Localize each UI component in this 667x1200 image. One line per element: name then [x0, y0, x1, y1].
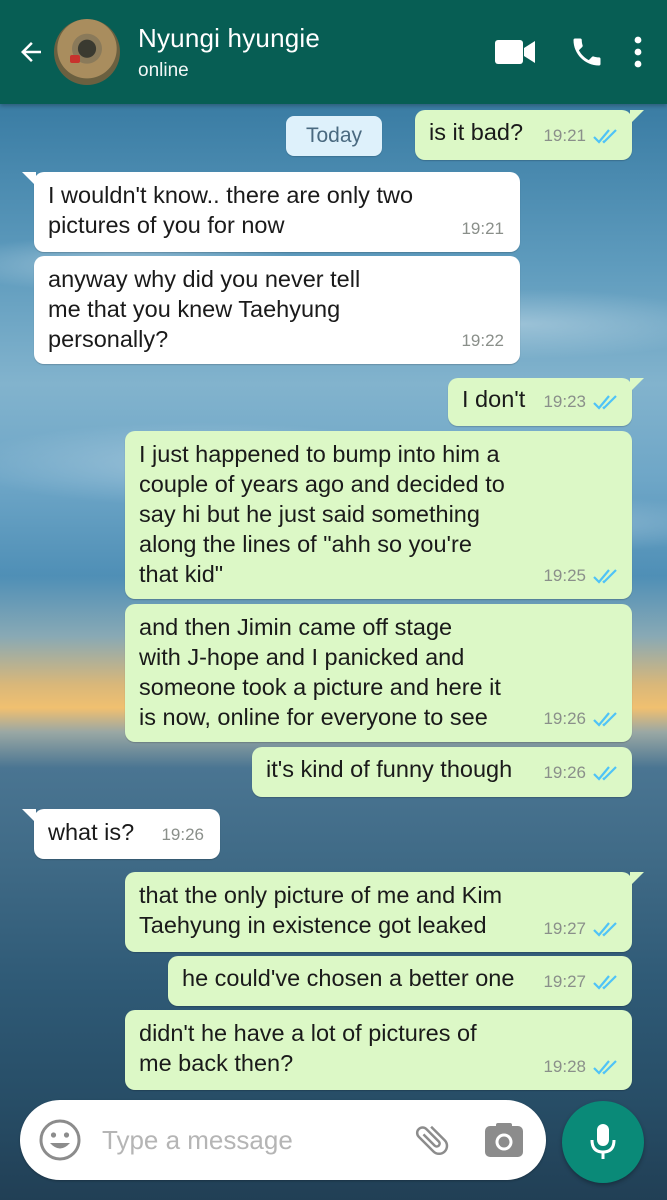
date-chip: Today [286, 116, 382, 156]
message-meta: 19:25 [543, 561, 620, 591]
message-meta: 19:27 [543, 967, 620, 997]
message-incoming[interactable]: anyway why did you never tell me that yo… [34, 256, 520, 364]
message-time: 19:26 [161, 825, 204, 844]
message-outgoing[interactable]: I don't 19:23 [448, 378, 644, 426]
message-meta: 19:26 [543, 704, 620, 734]
message-outgoing[interactable]: and then Jimin came off stage with J-hop… [125, 604, 632, 742]
message-meta: 19:26 [543, 758, 620, 788]
arrow-left-icon[interactable] [14, 35, 48, 69]
message-time: 19:21 [543, 126, 586, 145]
message-text: I wouldn't know.. there are only two pic… [48, 182, 414, 238]
message-time: 19:26 [543, 763, 586, 782]
message-composer: Type a message [20, 1100, 546, 1180]
message-outgoing[interactable]: that the only picture of me and Kim Taeh… [125, 872, 644, 952]
message-time: 19:27 [543, 972, 586, 991]
message-meta: 19:21 [461, 214, 504, 244]
message-incoming[interactable]: I wouldn't know.. there are only two pic… [22, 172, 520, 252]
message-meta: 19:21 [543, 121, 620, 151]
chat-header: Nyungi hyungie online [0, 0, 667, 104]
phone-icon[interactable] [563, 28, 611, 76]
message-meta: 19:26 [161, 820, 204, 850]
message-text: anyway why did you never tell me that yo… [48, 266, 361, 352]
double-check-icon [593, 569, 617, 584]
message-time: 19:25 [543, 566, 586, 585]
message-time: 19:22 [461, 331, 504, 350]
double-check-icon [593, 766, 617, 781]
message-input[interactable]: Type a message [102, 1125, 410, 1156]
message-meta: 19:22 [461, 326, 504, 356]
message-outgoing[interactable]: it's kind of funny though 19:26 [252, 747, 632, 797]
camera-icon[interactable] [482, 1118, 526, 1162]
message-time: 19:23 [543, 392, 586, 411]
microphone-icon[interactable] [562, 1101, 644, 1183]
message-list[interactable]: Today is it bad? 19:21 I wouldn't know..… [0, 104, 667, 1094]
message-time: 19:27 [543, 919, 586, 938]
emoji-icon[interactable] [36, 1116, 84, 1164]
message-time: 19:26 [543, 709, 586, 728]
double-check-icon [593, 975, 617, 990]
contact-info[interactable]: Nyungi hyungie online [138, 23, 491, 82]
video-camera-icon[interactable] [491, 28, 539, 76]
double-check-icon [593, 922, 617, 937]
double-check-icon [593, 129, 617, 144]
double-check-icon [593, 712, 617, 727]
contact-name: Nyungi hyungie [138, 22, 321, 53]
paperclip-icon[interactable] [410, 1118, 454, 1162]
message-meta: 19:27 [543, 914, 620, 944]
avatar[interactable] [54, 19, 120, 85]
more-vertical-icon[interactable] [631, 28, 645, 76]
message-time: 19:21 [461, 219, 504, 238]
message-outgoing[interactable]: is it bad? 19:21 [415, 110, 644, 160]
message-outgoing[interactable]: he could've chosen a better one 19:27 [168, 956, 632, 1006]
message-outgoing[interactable]: I just happened to bump into him a coupl… [125, 431, 632, 599]
message-outgoing[interactable]: didn't he have a lot of pictures of me b… [125, 1010, 632, 1090]
message-incoming[interactable]: what is? 19:26 [22, 809, 220, 859]
message-time: 19:28 [543, 1057, 586, 1076]
contact-status: online [138, 59, 189, 81]
double-check-icon [593, 395, 617, 410]
message-meta: 19:28 [543, 1052, 620, 1082]
message-meta: 19:23 [543, 387, 620, 417]
double-check-icon [593, 1060, 617, 1075]
